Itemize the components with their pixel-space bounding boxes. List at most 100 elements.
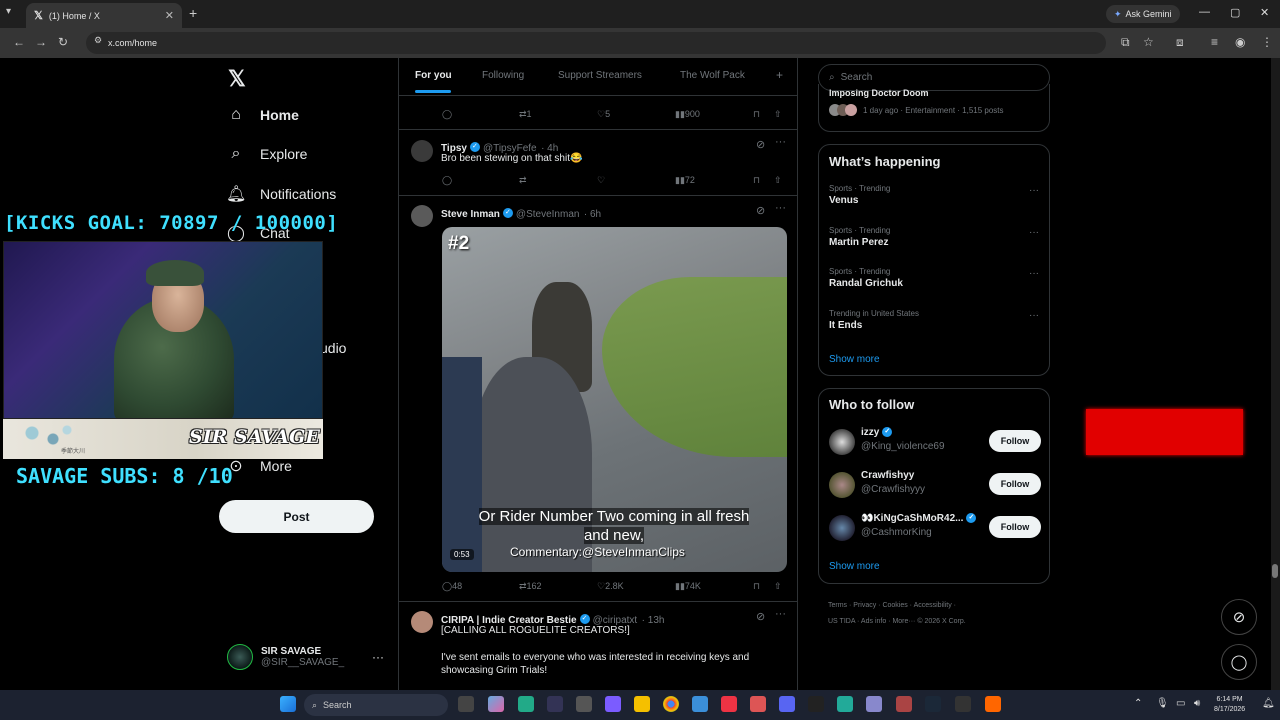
chrome-icon[interactable] [663,696,679,712]
address-field[interactable]: x.com/home [86,32,1106,54]
network-icon[interactable]: ▭ [1176,698,1185,709]
reply-icon[interactable]: ◯ [442,109,452,120]
browser-tab[interactable]: 𝕏 (1) Home / X ✕ [26,3,182,28]
reply-icon[interactable]: ◯ 48 [442,581,462,592]
app-icon[interactable] [750,696,766,712]
window-close-icon[interactable]: ✕ [1260,6,1269,19]
reply-icon[interactable]: ◯ [442,175,452,186]
app-icon[interactable] [721,696,737,712]
app-icon[interactable] [837,696,853,712]
grok-icon[interactable]: ⊘ [756,610,765,623]
post-button[interactable]: Post [219,500,374,533]
show-more-link[interactable]: Show more [829,561,880,572]
like-icon[interactable]: ♡ 2.8K [597,581,624,592]
grok-icon[interactable]: ⊘ [756,138,765,151]
trend-item[interactable]: Sports · Trending Randal Grichuk [829,267,1041,289]
app-icon[interactable] [866,696,882,712]
follow-button[interactable]: Follow [989,430,1041,452]
x-logo-icon[interactable]: 𝕏 [228,66,246,92]
tab-close-icon[interactable]: ✕ [165,9,174,22]
new-tab-button[interactable]: + [189,5,197,21]
bookmark-icon[interactable]: ⊓ [753,581,760,592]
tweet-handle[interactable]: @SteveInman [516,209,580,220]
show-more-link[interactable]: Show more [829,354,880,365]
extensions-icon[interactable]: ⧈ [1176,35,1184,50]
follow-suggestion[interactable]: Crawfishyy @Crawfishyyy Follow [829,468,1041,502]
obs-icon[interactable] [955,696,971,712]
repost-icon[interactable]: ⇄ 1 [519,109,532,120]
follow-button[interactable]: Follow [989,516,1041,538]
notification-bell-icon[interactable]: 🔔︎ [1262,698,1275,709]
file-explorer-icon[interactable] [634,696,650,712]
nav-explore[interactable]: ⌕ Explore [226,145,308,163]
avatar[interactable] [411,611,433,633]
trend-more-icon[interactable]: ··· [1029,227,1039,238]
maximize-icon[interactable]: ▢ [1230,6,1240,19]
trend-item[interactable]: Sports · Trending Martin Perez [829,226,1041,248]
tweet-time[interactable]: · 6h [584,209,601,220]
back-icon[interactable]: ← [13,35,25,49]
messages-button[interactable]: ◯ [1221,644,1257,680]
tweet-more-icon[interactable]: ··· [775,608,786,620]
minimize-icon[interactable]: — [1199,6,1210,18]
follow-button[interactable]: Follow [989,473,1041,495]
bookmark-icon[interactable]: ⊓ [753,175,760,186]
tab-for-you[interactable]: For you [415,70,452,81]
tweet-video[interactable]: #2 Or Rider Number Two coming in all fre… [442,227,787,572]
windows-start-icon[interactable] [280,696,296,712]
tweet-more-icon[interactable]: ··· [775,136,786,148]
forward-icon[interactable]: → [35,35,47,49]
reload-icon[interactable]: ↻ [58,35,68,49]
tweet-author[interactable]: Steve Inman [441,209,500,220]
views-icon[interactable]: ▮▮ 900 [675,109,700,120]
site-info-icon[interactable]: ⚙ [94,35,102,46]
app-icon[interactable] [896,696,912,712]
app-icon[interactable] [692,696,708,712]
trend-more-icon[interactable]: ··· [1029,310,1039,321]
app-icon[interactable] [605,696,621,712]
menu-icon[interactable]: ⋮ [1261,35,1273,49]
tray-chevron-icon[interactable]: ⌃ [1134,698,1142,709]
scrollbar[interactable] [1271,58,1280,690]
tab-following[interactable]: Following [482,70,524,81]
tab-support-streamers[interactable]: Support Streamers [558,70,642,81]
profile-icon[interactable]: ◉ [1235,35,1245,49]
like-icon[interactable]: ♡ 5 [597,109,610,120]
footer-line2[interactable]: US TIDA · Ads info · More··· © 2026 X Co… [828,614,1028,630]
trend-item[interactable]: Sports · Trending Venus [829,184,1041,206]
grok-button[interactable]: ⊘ [1221,599,1257,635]
scrollbar-thumb[interactable] [1272,564,1278,578]
repost-icon[interactable]: ⇄ [519,175,527,186]
tab-search-icon[interactable]: ▾ [6,6,11,17]
microphone-icon[interactable]: 🎙︎ [1156,698,1169,709]
repost-icon[interactable]: ⇄ 162 [519,581,542,592]
taskbar-clock[interactable]: 6:14 PM 8/17/2026 [1214,695,1245,715]
account-more-icon[interactable]: ··· [372,650,384,664]
views-icon[interactable]: ▮▮ 72 [675,175,695,186]
trend-more-icon[interactable]: ··· [1029,268,1039,279]
app-icon[interactable] [547,696,563,712]
install-icon[interactable]: ⧉ [1121,35,1130,50]
follow-suggestion[interactable]: izzy ✓ @King_violence69 Follow [829,425,1041,459]
nav-notifications[interactable]: 🔔︎ Notifications [226,184,336,204]
footer-line1[interactable]: Terms · Privacy · Cookies · Accessibilit… [828,598,1028,614]
nav-studio-partial[interactable]: udio [320,340,346,356]
app-icon[interactable] [576,696,592,712]
ask-gemini-button[interactable]: ✦ Ask Gemini [1106,5,1180,23]
share-icon[interactable]: ⇧ [774,109,782,120]
media-icon[interactable]: ≡ [1211,35,1218,49]
like-icon[interactable]: ♡ [597,175,605,186]
tweet-more-icon[interactable]: ··· [775,202,786,214]
steam-icon[interactable] [925,696,941,712]
taskbar-search[interactable]: ⌕ Search [304,694,448,716]
avatar[interactable] [411,205,433,227]
trend-item[interactable]: Trending in United States It Ends [829,309,1041,331]
task-view-icon[interactable] [458,696,474,712]
nav-more[interactable]: ⊙ More [226,456,292,476]
copilot-icon[interactable] [488,696,504,712]
share-icon[interactable]: ⇧ [774,175,782,186]
share-icon[interactable]: ⇧ [774,581,782,592]
bookmark-icon[interactable]: ⊓ [753,109,760,120]
app-icon[interactable] [985,696,1001,712]
volume-icon[interactable]: 🔊︎ [1194,698,1200,709]
